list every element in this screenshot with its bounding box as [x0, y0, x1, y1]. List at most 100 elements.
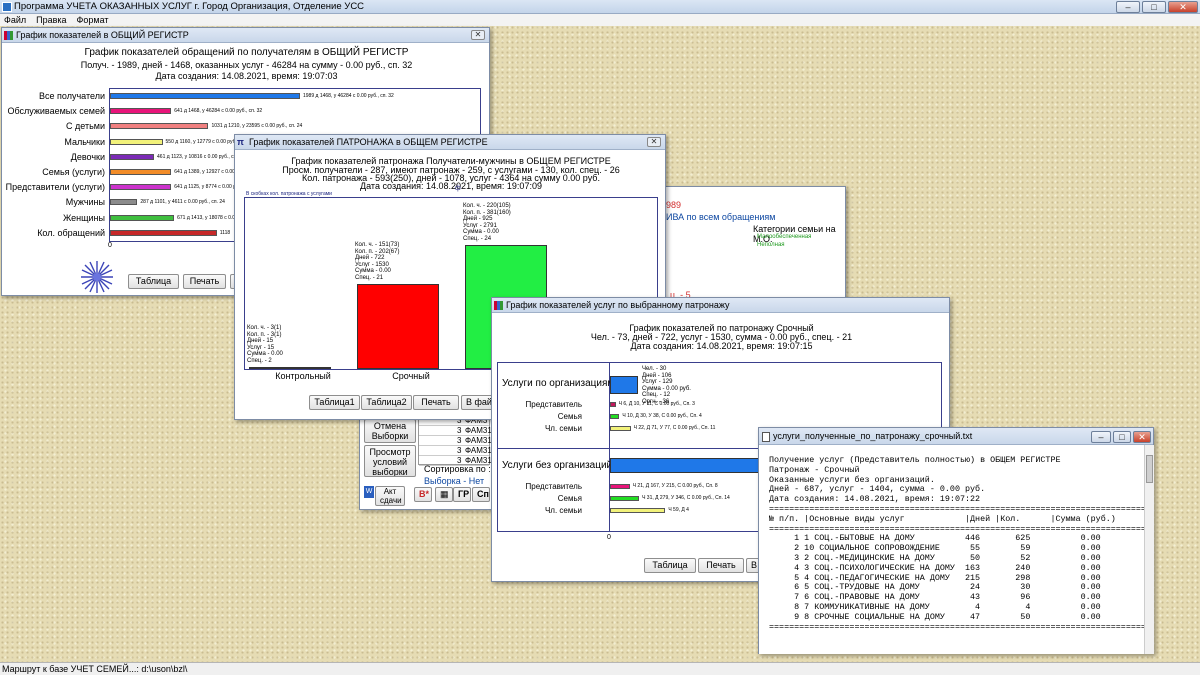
category-label: Женщины: [62, 212, 105, 223]
column-value-label: Кол. ч. - 151(73) Кол. п. - 202(67) Дней…: [355, 242, 400, 281]
bar: [110, 169, 172, 175]
close-button[interactable]: ✕: [1168, 1, 1198, 13]
category-label: Кол. обращений: [37, 227, 105, 238]
chart-title: График показателей обращений по получате…: [84, 47, 409, 58]
text-area[interactable]: Получение услуг (Представитель полностью…: [759, 445, 1144, 654]
bar: [110, 93, 300, 99]
table2-button[interactable]: Таблица2: [361, 395, 412, 410]
window-title: услуги_полученные_по_патронажу_срочный.t…: [773, 431, 973, 441]
table-row: 3 ФАМ31: [419, 446, 492, 456]
menu-format[interactable]: Формат: [77, 15, 109, 25]
bar-value-label: 1118: [219, 229, 231, 236]
chart-icon: [4, 31, 13, 40]
window-title: График показателей услуг по выбранному п…: [506, 300, 730, 310]
word-icon[interactable]: W: [364, 486, 374, 498]
maximize-button[interactable]: □: [1142, 1, 1166, 13]
category-label: Мужчины: [65, 197, 105, 208]
minimize-icon[interactable]: –: [1091, 431, 1111, 443]
close-icon[interactable]: ✕: [1133, 431, 1151, 443]
print-button[interactable]: Печать: [183, 274, 226, 289]
chart-icon: [494, 301, 503, 310]
gr-button[interactable]: ГР: [453, 487, 471, 502]
menu-file[interactable]: Файл: [4, 15, 26, 25]
maximize-icon[interactable]: □: [1113, 431, 1131, 443]
axis-zero: 0: [607, 534, 611, 541]
category-label: Представитель: [525, 400, 582, 409]
menubar: Файл Правка Формат: [0, 14, 1200, 26]
category-label: Семья: [557, 412, 582, 421]
text-file-window: услуги_полученные_по_патронажу_срочный.t…: [758, 427, 1154, 654]
table-row: 3 ФАМ31: [419, 436, 492, 446]
category-label: Семья: [557, 494, 582, 503]
category-label: Обслуживаемых семей: [7, 106, 105, 117]
app-title: Программа УЧЕТА ОКАЗАННЫХ УСЛУГ г. Город…: [14, 1, 365, 12]
act-button[interactable]: Акт сдачи: [375, 486, 405, 506]
close-icon[interactable]: ✕: [471, 30, 485, 40]
b-star-button[interactable]: В*: [414, 487, 432, 502]
marker: ф: [455, 185, 461, 192]
file-button[interactable]: В фай: [461, 395, 493, 410]
window-title: График показателей в ОБЩИЙ РЕГИСТР: [16, 30, 189, 40]
category-label: Все получатели: [39, 91, 105, 101]
bar: [110, 108, 172, 115]
bar: [110, 229, 217, 236]
bar-value-label: 287 д 1101, у 4611 с 0.00 руб., сп. 24: [140, 199, 225, 206]
column-bar: [249, 367, 331, 370]
bar: [610, 414, 620, 419]
bar-value-label: 641 д 1468, у 46284 с 0.00 руб., сп. 32: [174, 108, 263, 115]
row-number: 3: [457, 426, 462, 435]
category-label: Девочки: [70, 151, 105, 162]
bar: [610, 508, 666, 513]
top-bar-label: Чел. - 30 Дней - 106 Услуг - 129 Сумма -…: [642, 366, 691, 405]
chart-date: Дата создания: 14.08.2021, время: 19:07:…: [360, 181, 542, 191]
scroll-thumb[interactable]: [1146, 455, 1153, 483]
grid-icon[interactable]: ▦: [435, 487, 453, 502]
bar: [110, 199, 138, 206]
row-number: 3: [457, 436, 462, 445]
category-label: Контрольный: [275, 371, 331, 381]
chart-subtitle: Получ. - 1989, дней - 1468, оказанных ус…: [80, 60, 413, 70]
column-value-label: Кол. ч. - 220(105) Кол. п. - 381(160) Дн…: [463, 203, 511, 242]
print-button[interactable]: Печать: [698, 558, 744, 573]
category-label: Представители (услуги): [5, 182, 105, 193]
table1-button[interactable]: Таблица1: [309, 395, 360, 410]
bar-value-label: Ч 10, Д 30, У 38, С 0.00 руб., Сп. 4: [622, 413, 702, 419]
minimize-button[interactable]: –: [1116, 1, 1140, 13]
table-button[interactable]: Таблица: [128, 274, 179, 289]
bar: [610, 402, 616, 407]
bar-value-label: Ч 21, Д 167, У 215, С 0.00 руб., Сп. 8: [632, 483, 718, 489]
count-red: 989: [666, 200, 682, 210]
notepad-icon: [762, 432, 770, 442]
row-number: 3: [457, 446, 462, 455]
column-value-label: Кол. ч. - 3(1) Кол. п. - 3(1) Дней - 15 …: [247, 325, 283, 364]
window-titlebar: π График показателей ПАТРОНАЖА в ОБЩЕМ РЕ…: [235, 135, 665, 150]
category-label: Представитель: [525, 482, 582, 491]
column-bar: [357, 284, 439, 369]
window-titlebar: График показателей в ОБЩИЙ РЕГИСТР: [2, 28, 489, 43]
records-table: 3 ФАМ3 3 ФАМ310 3 ФАМ31 3 ФАМ31 3 ФАМ31:: [418, 415, 496, 466]
bar: [110, 153, 155, 160]
sp-button[interactable]: Сп.: [472, 487, 490, 502]
view-selection-conditions-button[interactable]: Просмотр условий выборки: [364, 445, 416, 477]
bar-value-label: Ч 22, Д 71, У 77, С 0.00 руб., Сп. 11: [633, 425, 716, 431]
category-label: Чл. семьи: [544, 506, 582, 515]
sort-label-text: Сортировка по :: [424, 464, 491, 474]
category-label: Срочный: [392, 371, 430, 381]
row-code: ФАМ31: [465, 446, 492, 455]
cancel-selection-button[interactable]: Отмена Выборки: [364, 419, 416, 443]
app-icon: [2, 2, 12, 12]
menu-edit[interactable]: Правка: [36, 15, 66, 25]
category-label: Чл. семьи: [544, 424, 582, 433]
table-button[interactable]: Таблица: [644, 558, 696, 573]
vertical-scrollbar[interactable]: [1144, 445, 1154, 654]
print-button[interactable]: Печать: [413, 395, 459, 410]
close-icon[interactable]: ✕: [647, 137, 661, 147]
window-titlebar: График показателей услуг по выбранному п…: [492, 298, 949, 313]
category-label: Семья (услуги): [42, 167, 105, 177]
axis-zero: 0: [108, 242, 112, 249]
bar: [110, 138, 163, 145]
group-total-bar: [610, 376, 639, 394]
bar-value-label: Ч 59, Д 4: [668, 507, 689, 513]
pi-icon: π: [237, 137, 244, 147]
bar: [610, 484, 630, 489]
